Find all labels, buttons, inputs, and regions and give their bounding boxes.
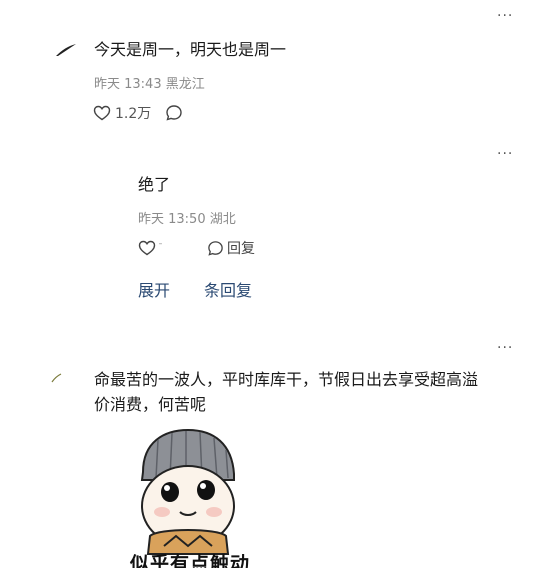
comment-text-line-2: 价消费，何苦呢 xyxy=(94,395,207,414)
expand-replies-button[interactable]: 展开 xyxy=(138,277,170,301)
reply-button[interactable]: 回复 xyxy=(207,238,255,258)
reply-text: 绝了 xyxy=(138,175,171,194)
user-avatar[interactable] xyxy=(54,40,78,58)
like-button[interactable]: ˉ xyxy=(138,240,163,256)
reply-meta: 昨天 13:50 湖北 xyxy=(138,208,236,227)
comment-time: 昨天 13:43 xyxy=(94,77,162,92)
reply-time: 昨天 13:50 xyxy=(138,212,206,227)
small-stroke-avatar-icon xyxy=(51,373,62,383)
heart-icon xyxy=(138,240,156,256)
reply-button[interactable] xyxy=(165,104,183,122)
more-options-button[interactable]: ··· xyxy=(497,8,513,24)
comment-bubble-icon xyxy=(166,105,182,121)
more-options-button[interactable]: ··· xyxy=(497,340,513,356)
sticker-image xyxy=(128,428,254,568)
reply-count-link[interactable]: 条回复 xyxy=(204,277,252,301)
more-options-button[interactable]: ··· xyxy=(497,146,513,162)
comment-location: 黑龙江 xyxy=(165,77,205,92)
reply-label: 回复 xyxy=(227,241,255,257)
comment-text-line-1: 命最苦的一波人，平时库库干，节假日出去享受超高溢 xyxy=(94,370,479,389)
heart-icon xyxy=(93,105,111,121)
comment-text: 今天是周一，明天也是周一 xyxy=(94,40,287,59)
user-avatar[interactable] xyxy=(50,368,64,383)
feather-avatar-icon xyxy=(56,44,76,56)
like-count: 1.2万 xyxy=(115,106,152,122)
comment-bubble-icon xyxy=(208,240,223,256)
reply-location: 湖北 xyxy=(209,212,236,227)
like-button[interactable]: 1.2万 xyxy=(93,103,151,123)
like-separator-mark: ˉ xyxy=(158,242,163,254)
sticker-caption: 似乎有点触动 xyxy=(130,553,251,568)
comment-meta: 昨天 13:43 黑龙江 xyxy=(94,73,205,92)
